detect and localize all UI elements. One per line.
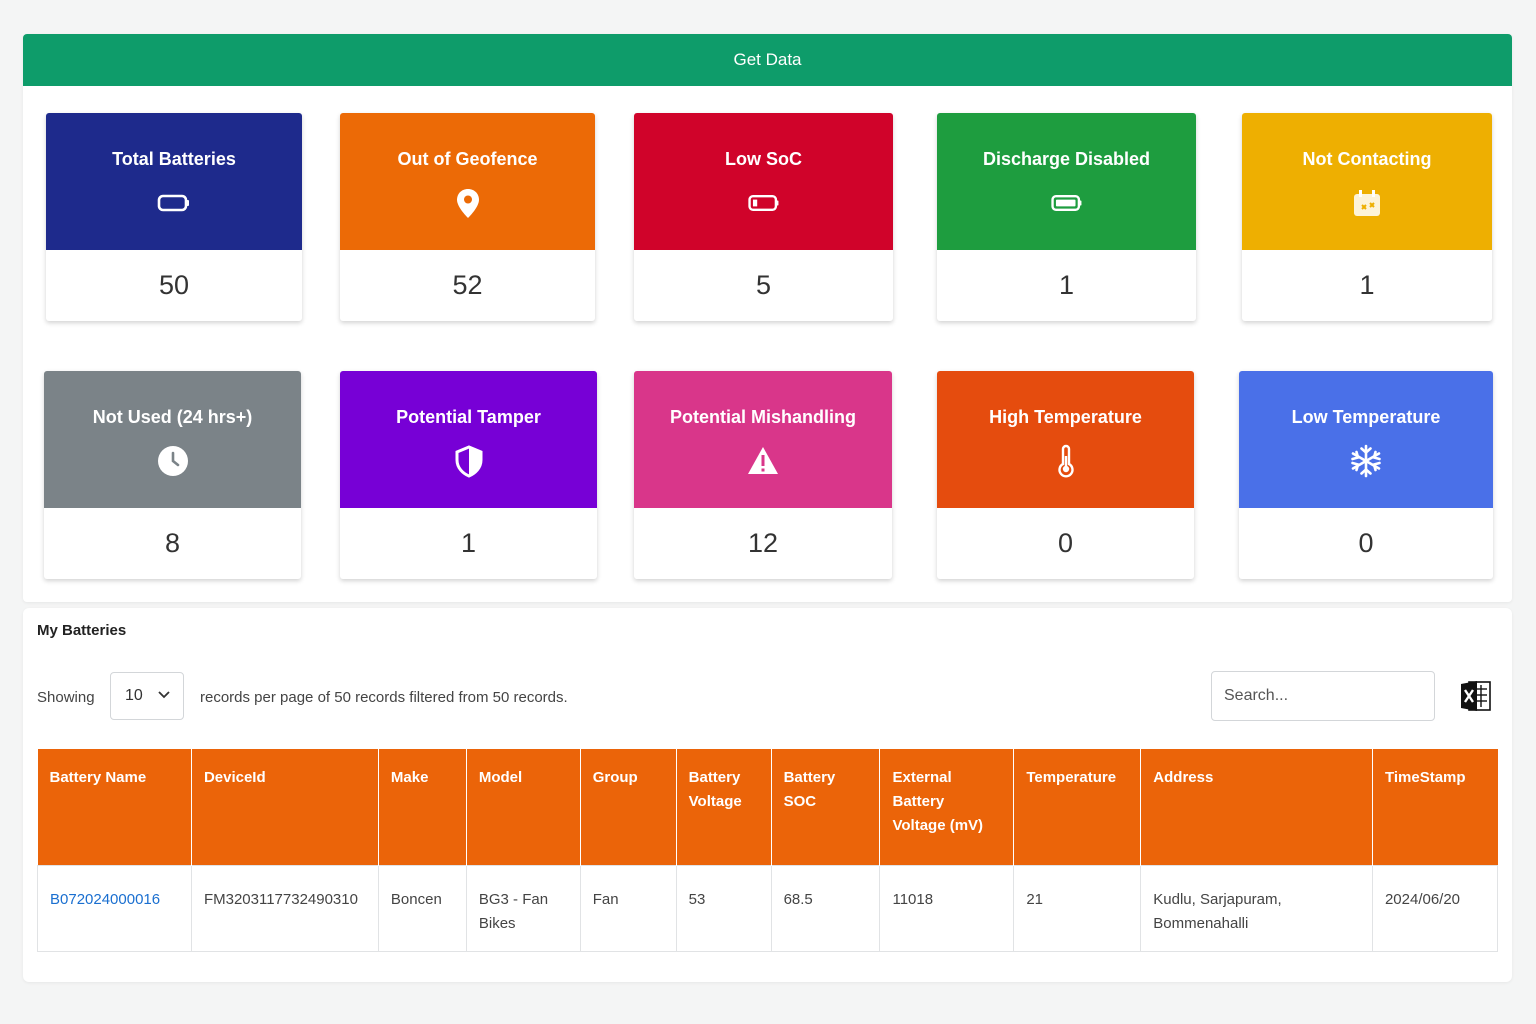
card-value: 5 [755,270,772,300]
summary-card[interactable]: Not Contacting 1 [1242,113,1492,321]
battery-name-link[interactable]: B072024000016 [37,864,192,952]
card-value: 1 [1359,270,1375,300]
records-info: records per page of 50 records filtered … [200,689,568,706]
column-header[interactable]: Battery Voltage [676,749,772,865]
shield-icon [452,444,486,478]
column-header[interactable]: Temperature [1013,749,1142,865]
excel-icon[interactable] [1460,679,1492,713]
card-value: 0 [1057,528,1074,558]
column-header[interactable]: Battery Name [37,749,192,865]
summary-card[interactable]: Potential Mishandling 12 [634,371,892,579]
card-title: Potential Mishandling [669,407,856,427]
battery-full-icon [1050,186,1084,220]
summary-card[interactable]: Low Temperature 0 [1239,371,1493,579]
card-title: High Temperature [989,407,1142,427]
card-title: Potential Tamper [396,407,541,427]
column-header[interactable]: Address [1140,749,1373,865]
card-value: 1 [1058,270,1075,300]
table-cell: Fan [579,864,677,952]
table-header-row: Battery Name DeviceId Make Model Group Batter… [37,749,1498,865]
card-header: Potential Tamper [340,371,597,508]
table-cell: Boncen [377,864,467,952]
table-cell: 68.5 [770,864,881,952]
summary-card[interactable]: High Temperature 0 [937,371,1194,579]
get-data-button[interactable]: Get Data [23,34,1512,86]
card-header: Not Contacting [1242,113,1492,250]
my-batteries-section: My Batteries Showing 10 records per page… [23,608,1512,982]
card-header: Potential Mishandling [634,371,892,508]
page-size-value: 10 [125,687,143,704]
card-title: Low Temperature [1291,407,1441,427]
card-title: Not Contacting [1302,149,1432,169]
table-row: B072024000016 FM3203117732490310 Boncen BG3… [37,864,1499,952]
card-header: Low SoC [634,113,893,250]
card-header: Total Batteries [46,113,302,250]
table-cell: 53 [675,864,772,952]
snowflake-icon [1349,444,1383,478]
card-header: High Temperature [937,371,1194,508]
page-size-select[interactable]: 10 [110,672,184,720]
card-header: Out of Geofence [340,113,595,250]
battery-icon [157,186,191,220]
location-pin-icon [451,186,485,220]
summary-card[interactable]: Out of Geofence 52 [340,113,595,321]
table-cell: 2024/06/20 [1371,864,1499,952]
table-cell: 21 [1013,864,1142,952]
low-battery-icon [747,186,781,220]
table-cell: 11018 [879,864,1015,952]
showing-label: Showing [37,689,95,706]
table-cell: BG3 - Fan Bikes [465,864,581,952]
summary-card[interactable]: Potential Tamper 1 [340,371,597,579]
column-header[interactable]: DeviceId [191,749,379,865]
card-title: Not Used (24 hrs+) [92,407,253,427]
card-value: 50 [158,270,190,300]
column-header[interactable]: Make [378,749,467,865]
card-title: Total Batteries [112,149,236,169]
calendar-icon [1350,186,1384,220]
thermometer-icon [1049,444,1083,478]
batteries-table: Battery Name DeviceId Make Model Group Batter… [37,749,1499,952]
column-header[interactable]: Battery SOC [771,749,881,865]
column-header[interactable]: External Battery Voltage (mV) [879,749,1015,865]
card-header: Discharge Disabled [937,113,1196,250]
card-title: Out of Geofence [397,149,538,169]
table-cell: Kudlu, Sarjapuram, Bommenahalli [1140,864,1373,952]
summary-card[interactable]: Discharge Disabled 1 [937,113,1196,321]
summary-card[interactable]: Not Used (24 hrs+) 8 [44,371,301,579]
card-value: 12 [747,528,779,558]
card-value: 8 [164,528,181,558]
table-cell: FM3203117732490310 [190,864,379,952]
card-value: 1 [460,528,477,558]
card-header: Not Used (24 hrs+) [44,371,301,508]
card-value: 0 [1358,528,1374,558]
search-input[interactable] [1211,671,1435,721]
section-title: My Batteries [37,622,127,639]
chevron-down-icon [158,691,170,699]
summary-card[interactable]: Total Batteries 50 [46,113,302,321]
column-header[interactable]: Model [466,749,581,865]
clock-icon [156,444,190,478]
card-value: 52 [452,270,483,300]
summary-card[interactable]: Low SoC 5 [634,113,893,321]
card-title: Discharge Disabled [982,149,1151,169]
column-header[interactable]: Group [580,749,677,865]
card-title: Low SoC [725,149,802,169]
card-header: Low Temperature [1239,371,1493,508]
column-header[interactable]: TimeStamp [1372,749,1498,865]
warning-icon [746,444,780,478]
